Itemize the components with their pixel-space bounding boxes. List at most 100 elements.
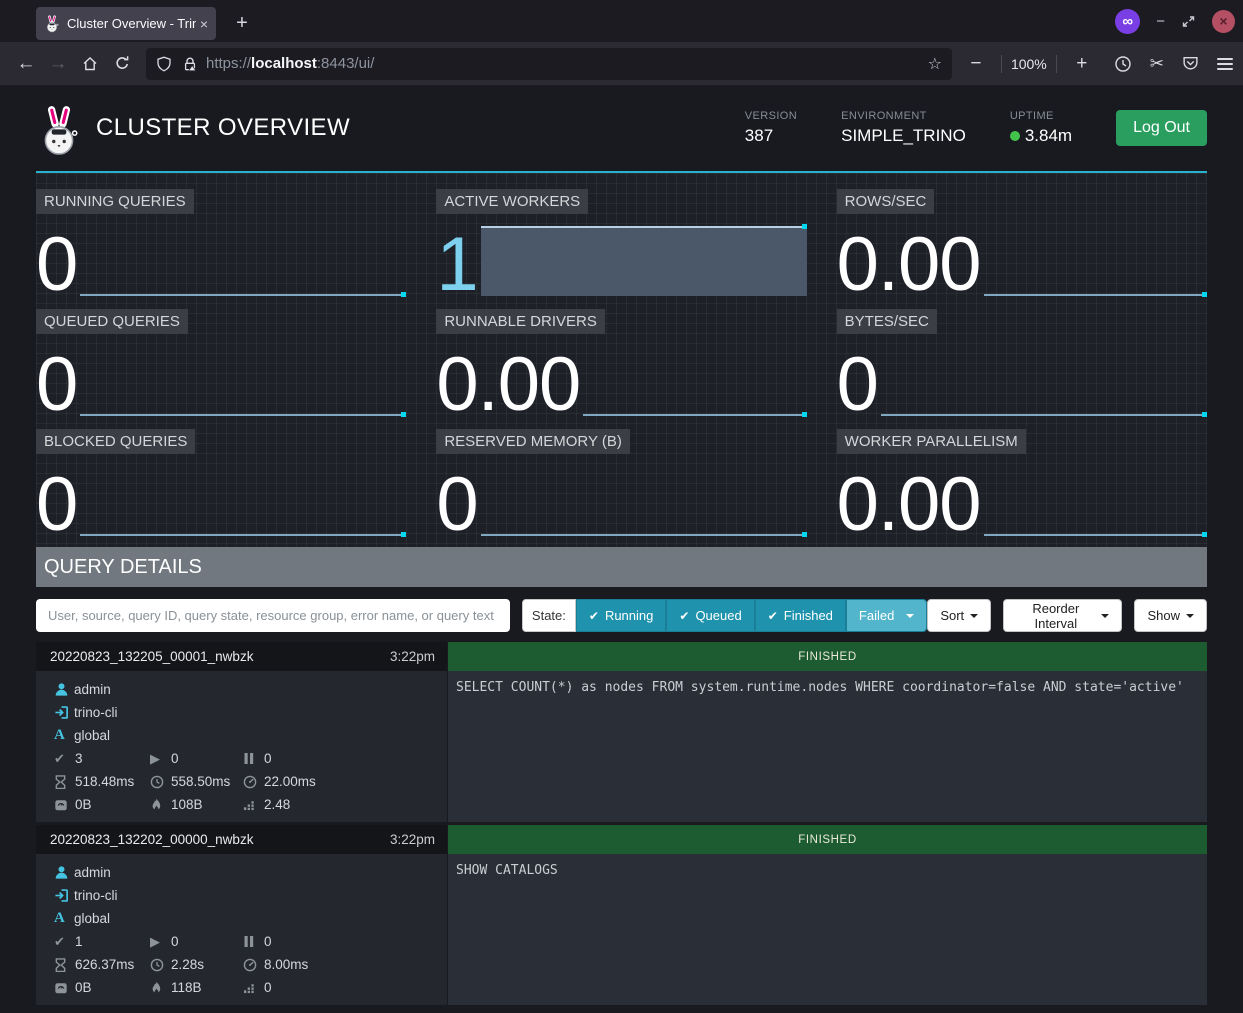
- zoom-out-button[interactable]: −: [960, 49, 992, 79]
- tracking-protection-shield-icon[interactable]: [156, 56, 172, 72]
- zoom-in-button[interactable]: +: [1066, 49, 1098, 79]
- version-label: VERSION: [745, 110, 797, 122]
- query-resource-group: global: [74, 911, 110, 926]
- peak-memory-fire-icon: [150, 981, 171, 995]
- version-block: VERSION 387: [745, 110, 797, 146]
- browser-titlebar: Cluster Overview - Trino × + ∞ − ×: [0, 0, 1243, 42]
- sparkline-dot: [802, 412, 807, 417]
- stat-value: 0: [837, 354, 881, 416]
- history-clock-icon[interactable]: [1114, 55, 1132, 73]
- query-source: trino-cli: [74, 888, 118, 903]
- completed-splits-icon: ✔: [54, 751, 75, 767]
- stat-card-worker-parallelism: WORKER PARALLELISM 0.00: [837, 429, 1207, 549]
- query-time: 3:22pm: [390, 832, 435, 847]
- home-button[interactable]: [74, 49, 106, 79]
- peak-memory: 108B: [171, 797, 203, 812]
- environment-value: SIMPLE_TRINO: [841, 126, 966, 146]
- state-filter-running[interactable]: ✔ Running: [576, 599, 667, 632]
- back-button[interactable]: ←: [10, 49, 42, 79]
- new-tab-button[interactable]: +: [228, 9, 256, 37]
- version-value: 387: [745, 126, 797, 146]
- connection-lock-icon[interactable]: [182, 56, 198, 72]
- stat-card-bytes-sec: BYTES/SEC 0: [837, 309, 1207, 429]
- forward-button: →: [42, 49, 74, 79]
- divider: [1056, 55, 1057, 73]
- queued-splits: 0: [264, 751, 272, 766]
- pocket-icon[interactable]: [1182, 55, 1199, 72]
- uptime-block: UPTIME 3.84m: [1010, 110, 1072, 146]
- cumulative-memory-icon: [243, 981, 264, 994]
- window-close-button[interactable]: ×: [1212, 10, 1235, 33]
- running-splits: 0: [171, 934, 179, 949]
- total-time: 2.28s: [171, 957, 204, 972]
- wall-time: 626.37ms: [75, 957, 134, 972]
- url-bar[interactable]: https://localhost:8443/ui/ ☆: [146, 48, 952, 80]
- browser-navbar: ← → https://localhost:8443/ui/ ☆ −: [0, 42, 1243, 85]
- stat-value: 0.00: [436, 354, 583, 416]
- cluster-stats-section: RUNNING QUERIES 0 ACTIVE WORKERS 1 ROWS/…: [36, 173, 1207, 547]
- bookmark-star-icon[interactable]: ☆: [928, 54, 942, 74]
- reorder-interval-dropdown[interactable]: Reorder Interval: [1003, 599, 1122, 632]
- query-id-link[interactable]: 20220823_132202_00000_nwbzk: [50, 832, 253, 847]
- query-row: 20220823_132202_00000_nwbzk 3:22pm FINIS…: [36, 825, 1207, 1005]
- state-filter-failed-dropdown[interactable]: Failed: [846, 599, 927, 632]
- query-id-link[interactable]: 20220823_132205_00001_nwbzk: [50, 649, 253, 664]
- sparkline-dot: [802, 224, 807, 229]
- stat-label: WORKER PARALLELISM: [837, 429, 1026, 454]
- cpu-time: 8.00ms: [264, 957, 308, 972]
- trino-page: CLUSTER OVERVIEW VERSION 387 ENVIRONMENT…: [0, 85, 1243, 1013]
- query-search-input[interactable]: [36, 599, 510, 632]
- resource-group-icon: A: [54, 910, 74, 927]
- reload-button[interactable]: [106, 49, 138, 79]
- stat-label: QUEUED QUERIES: [36, 309, 188, 334]
- screenshot-scissors-icon[interactable]: ✂: [1150, 54, 1164, 74]
- stat-value: 0: [436, 474, 480, 536]
- query-details-header: QUERY DETAILS: [36, 547, 1207, 587]
- page-title: CLUSTER OVERVIEW: [96, 114, 745, 142]
- cumulative-memory-icon: [243, 798, 264, 811]
- show-dropdown[interactable]: Show: [1134, 599, 1207, 632]
- state-filter-queued[interactable]: ✔ Queued: [666, 599, 754, 632]
- sparkline-chart: [80, 466, 406, 536]
- sparkline-chart: [80, 346, 406, 416]
- check-icon: ✔: [768, 609, 778, 623]
- chevron-down-icon: [1101, 614, 1109, 618]
- query-resource-group: global: [74, 728, 110, 743]
- sparkline-chart: [80, 226, 406, 296]
- stat-label: RUNNABLE DRIVERS: [436, 309, 605, 334]
- uptime-status-dot: [1010, 131, 1020, 141]
- sort-dropdown[interactable]: Sort: [927, 599, 991, 632]
- window-maximize-button[interactable]: [1181, 14, 1196, 29]
- state-filter-finished[interactable]: ✔ Finished: [755, 599, 846, 632]
- menu-hamburger-icon[interactable]: [1217, 55, 1233, 73]
- stat-value: 0.00: [837, 474, 984, 536]
- current-memory-scale-icon: [54, 798, 75, 812]
- sparkline-dot: [401, 412, 406, 417]
- browser-tab[interactable]: Cluster Overview - Trino ×: [36, 7, 216, 40]
- window-minimize-button[interactable]: −: [1156, 13, 1165, 30]
- cpu-time: 22.00ms: [264, 774, 316, 789]
- total-time-clock-icon: [150, 958, 171, 972]
- stat-card-queued-queries: QUEUED QUERIES 0: [36, 309, 406, 429]
- tab-close-icon[interactable]: ×: [200, 16, 208, 32]
- stat-card-running-queries: RUNNING QUERIES 0: [36, 189, 406, 309]
- query-header: 20220823_132202_00000_nwbzk 3:22pm: [36, 825, 447, 854]
- chevron-down-icon: [906, 614, 914, 618]
- query-status-badge: FINISHED: [448, 825, 1207, 854]
- stat-label: BLOCKED QUERIES: [36, 429, 195, 454]
- zoom-level[interactable]: 100%: [1011, 56, 1047, 72]
- sparkline-dot: [802, 532, 807, 537]
- stat-value: 0: [36, 354, 80, 416]
- peak-memory-fire-icon: [150, 798, 171, 812]
- sparkline-dot: [1202, 412, 1207, 417]
- stat-card-rows-sec: ROWS/SEC 0.00: [837, 189, 1207, 309]
- source-icon: [54, 888, 74, 903]
- query-row: 20220823_132205_00001_nwbzk 3:22pm FINIS…: [36, 642, 1207, 822]
- cpu-time-speedometer-icon: [243, 958, 264, 972]
- logout-button[interactable]: Log Out: [1116, 110, 1207, 146]
- query-stats-panel: admin trino-cli A global ✔3 ▶0 0 518.48m…: [36, 671, 447, 822]
- query-sql-text: SELECT COUNT(*) as nodes FROM system.run…: [448, 671, 1207, 822]
- query-time: 3:22pm: [390, 649, 435, 664]
- query-source: trino-cli: [74, 705, 118, 720]
- stat-label: ACTIVE WORKERS: [436, 189, 588, 214]
